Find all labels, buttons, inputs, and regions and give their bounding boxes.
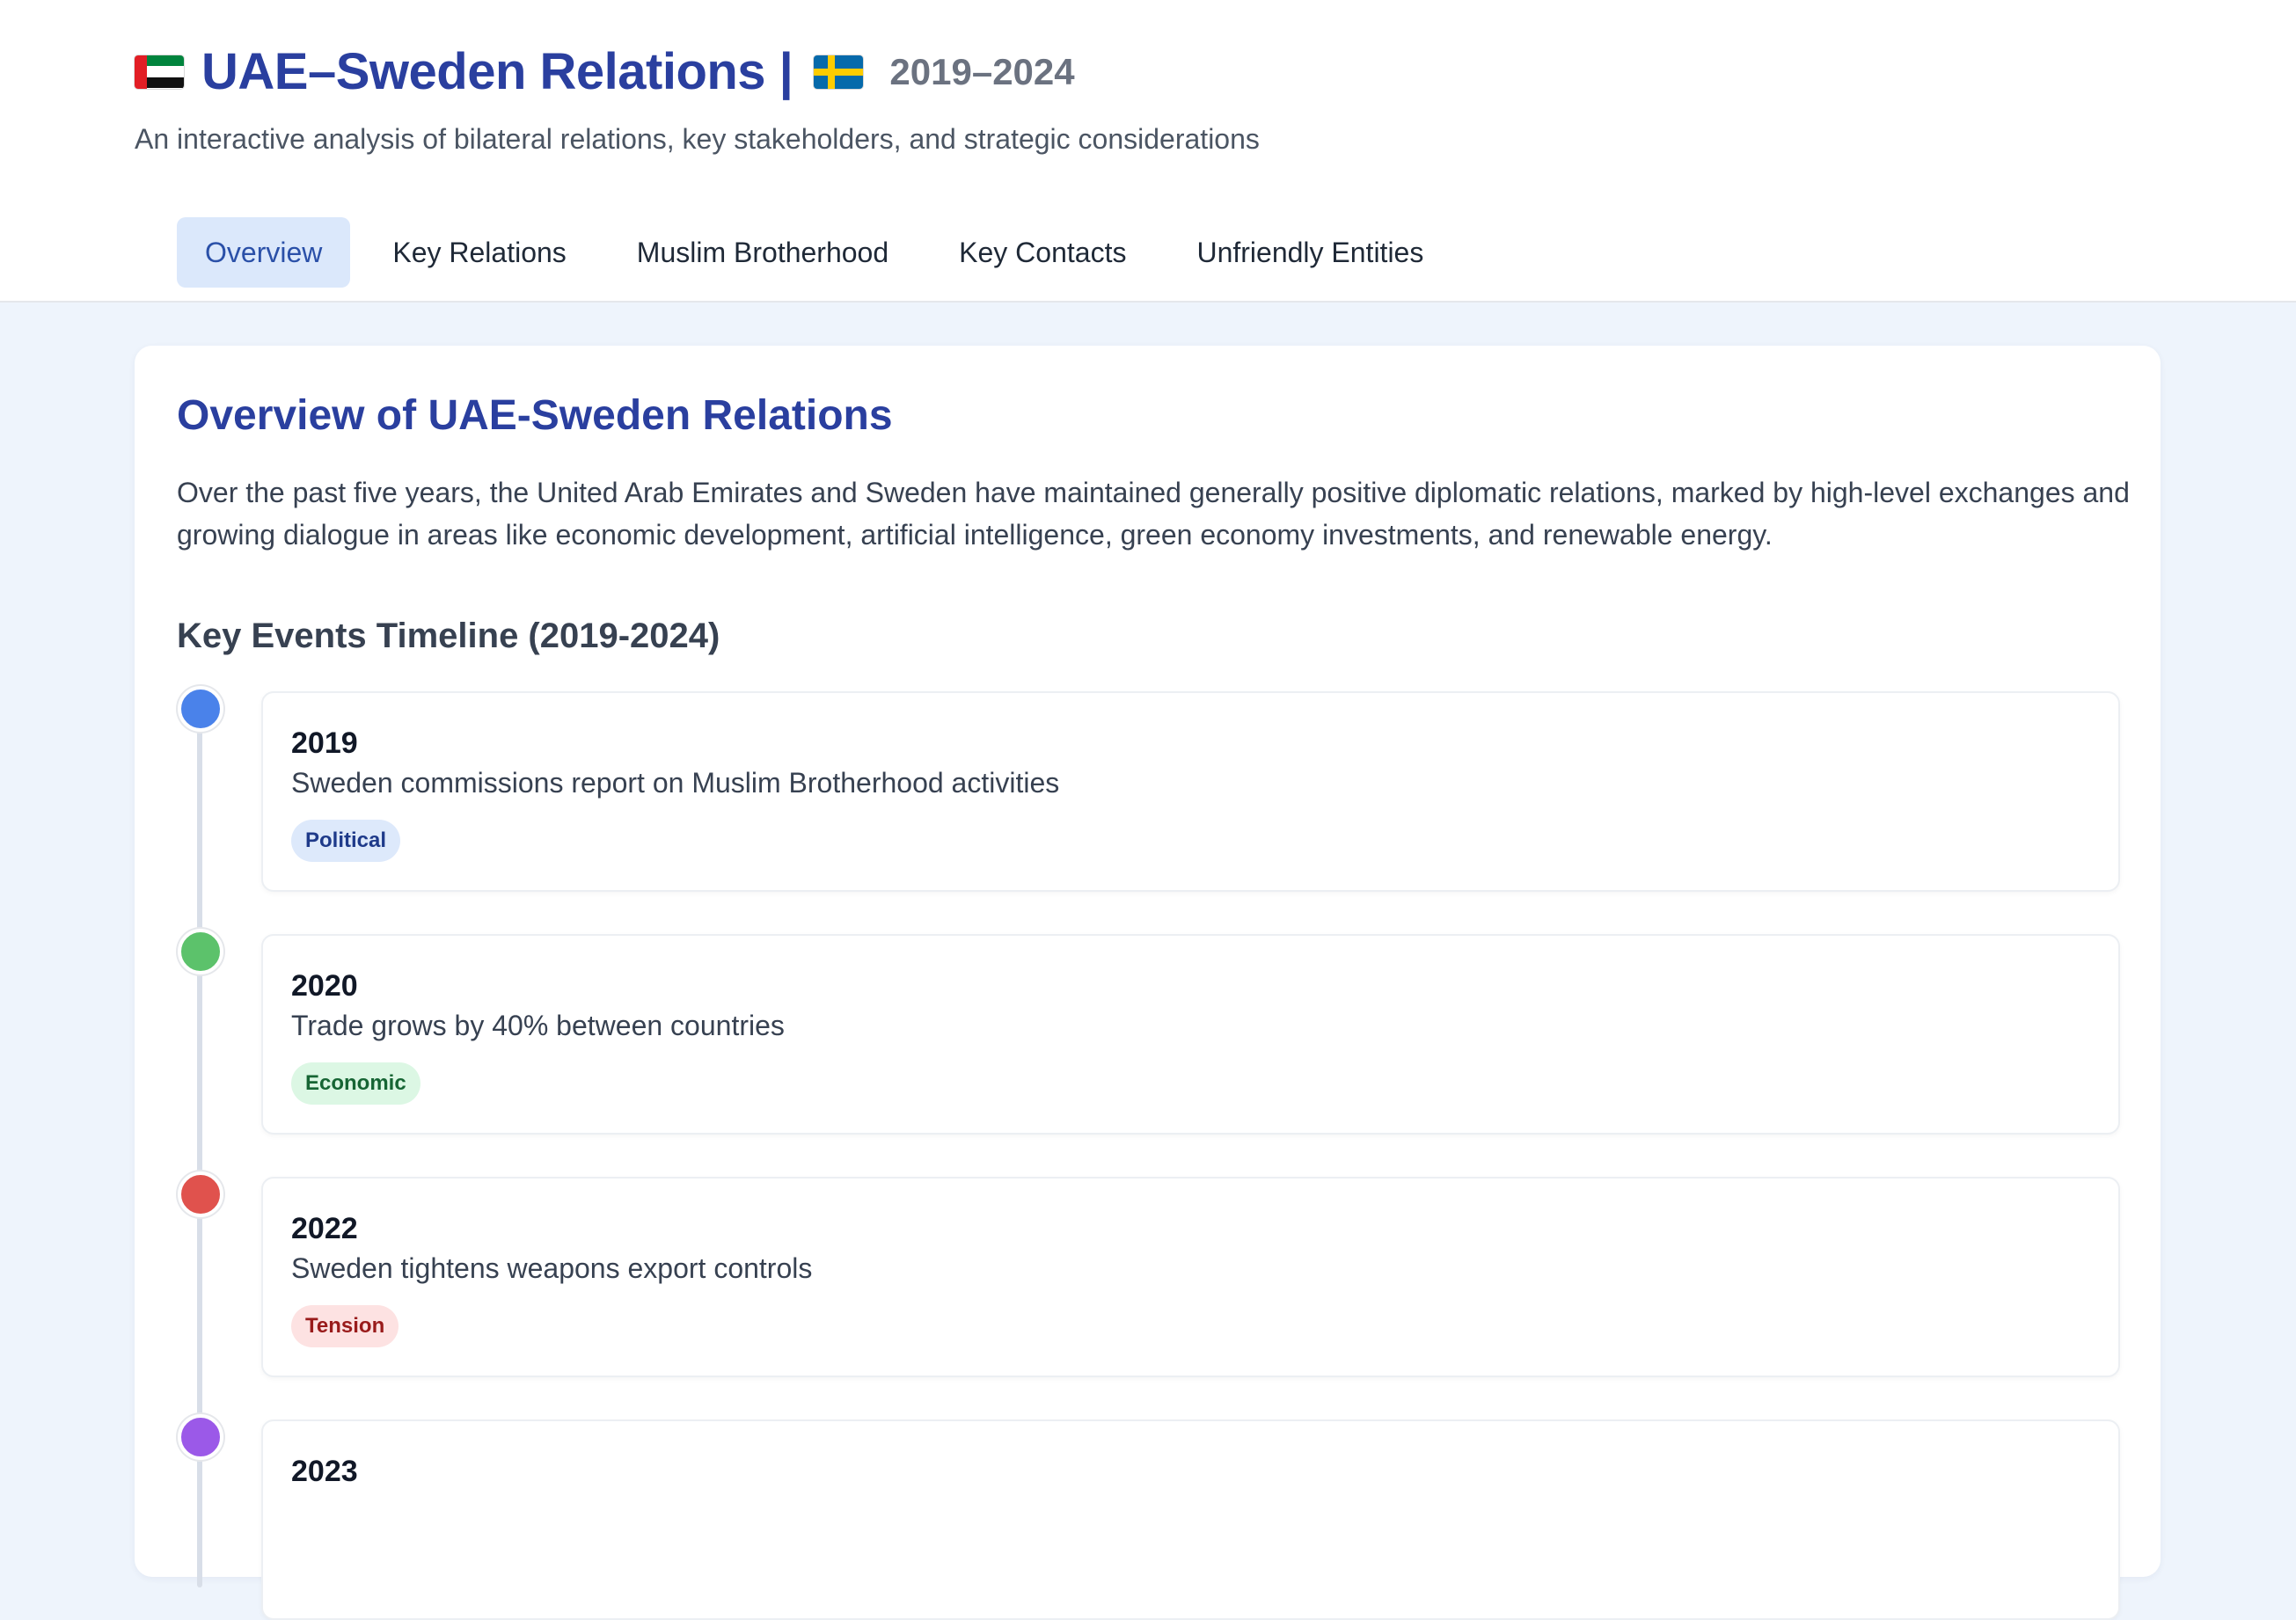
tab-key-relations[interactable]: Key Relations <box>364 217 594 288</box>
event-description: Sweden commissions report on Muslim Brot… <box>291 767 1060 799</box>
sweden-flag-icon <box>814 55 864 89</box>
tab-key-contacts[interactable]: Key Contacts <box>931 217 1154 288</box>
title-row: UAE–Sweden Relations | 2019–2024 <box>135 42 1075 101</box>
timeline-dot <box>178 929 223 974</box>
event-year: 2020 <box>291 969 358 1003</box>
overview-card: Overview of UAE-Sweden Relations Over th… <box>135 346 2161 1620</box>
event-description: Trade grows by 40% between countries <box>291 1010 785 1041</box>
overview-title: Overview of UAE-Sweden Relations <box>177 392 893 439</box>
event-year: 2019 <box>291 726 358 760</box>
timeline-dot <box>178 686 223 732</box>
tab-bar: Overview Key Relations Muslim Brotherhoo… <box>177 217 1466 288</box>
uae-flag-icon <box>135 55 184 89</box>
event-tag-badge: Tension <box>291 1305 399 1347</box>
timeline-card[interactable]: 2022 Sweden tightens weapons export cont… <box>261 1177 2120 1377</box>
page-header: UAE–Sweden Relations | 2019–2024 An inte… <box>0 0 2296 303</box>
page-subtitle: An interactive analysis of bilateral rel… <box>135 123 1260 155</box>
event-tag-badge: Political <box>291 820 401 862</box>
event-year: 2022 <box>291 1212 358 1245</box>
year-range: 2019–2024 <box>889 50 1075 92</box>
tab-unfriendly-entities[interactable]: Unfriendly Entities <box>1168 217 1451 288</box>
timeline-card[interactable]: 2019 Sweden commissions report on Muslim… <box>261 691 2120 892</box>
event-description: Sweden tightens weapons export controls <box>291 1252 813 1284</box>
timeline-event-2020: 2020 Trade grows by 40% between countrie… <box>135 929 2161 1135</box>
timeline-dot <box>178 1414 223 1460</box>
timeline-dot <box>178 1171 223 1217</box>
timeline-card[interactable]: 2023 <box>261 1419 2120 1620</box>
tab-muslim-brotherhood[interactable]: Muslim Brotherhood <box>609 217 917 288</box>
timeline-event-2022: 2022 Sweden tightens weapons export cont… <box>135 1171 2161 1377</box>
tab-overview[interactable]: Overview <box>177 217 351 288</box>
page-title: UAE–Sweden Relations | <box>201 43 793 100</box>
event-tag-badge: Economic <box>291 1062 420 1105</box>
timeline-event-2023: 2023 <box>135 1414 2161 1620</box>
event-year: 2023 <box>291 1455 358 1488</box>
timeline-title: Key Events Timeline (2019-2024) <box>177 617 720 655</box>
timeline-event-2019: 2019 Sweden commissions report on Muslim… <box>135 686 2161 892</box>
overview-intro: Over the past five years, the United Ara… <box>177 477 2130 551</box>
timeline-card[interactable]: 2020 Trade grows by 40% between countrie… <box>261 934 2120 1135</box>
